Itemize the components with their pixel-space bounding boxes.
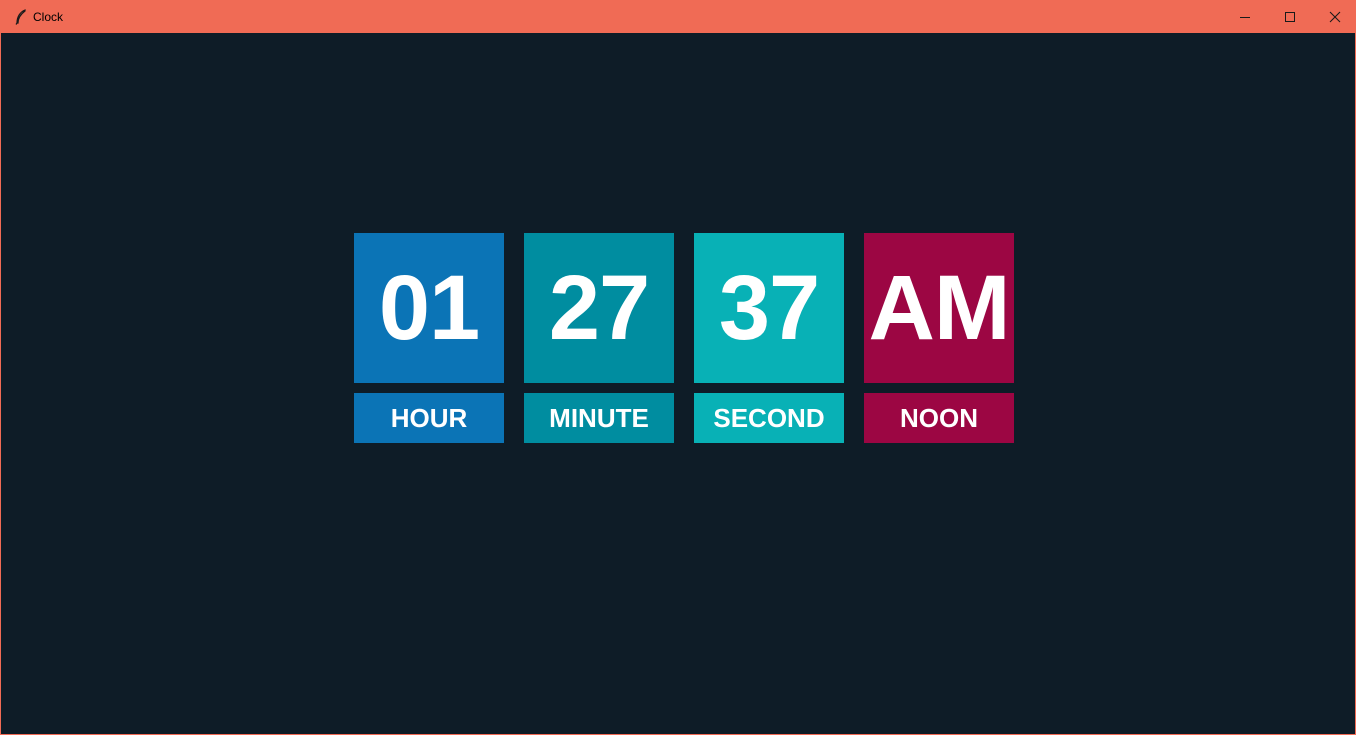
second-label: SECOND — [694, 393, 844, 443]
clock-window: Clock 01 HOUR 27 MINUTE 37 SECOND AM NOO… — [0, 0, 1356, 735]
minimize-button[interactable] — [1222, 0, 1267, 33]
minute-label: MINUTE — [524, 393, 674, 443]
window-title: Clock — [33, 9, 64, 24]
minute-value: 27 — [524, 233, 674, 383]
noon-value: AM — [864, 233, 1014, 383]
title-bar[interactable]: Clock — [1, 0, 1356, 33]
feather-icon — [11, 7, 31, 27]
noon-label: NOON — [864, 393, 1014, 443]
maximize-icon — [1284, 11, 1295, 22]
hour-value: 01 — [354, 233, 504, 383]
close-button[interactable] — [1312, 0, 1356, 33]
close-icon — [1329, 11, 1340, 22]
hour-label: HOUR — [354, 393, 504, 443]
clock-content — [3, 33, 1353, 733]
window-controls — [1222, 0, 1356, 33]
second-value: 37 — [694, 233, 844, 383]
minimize-icon — [1239, 16, 1250, 18]
maximize-button[interactable] — [1267, 0, 1312, 33]
